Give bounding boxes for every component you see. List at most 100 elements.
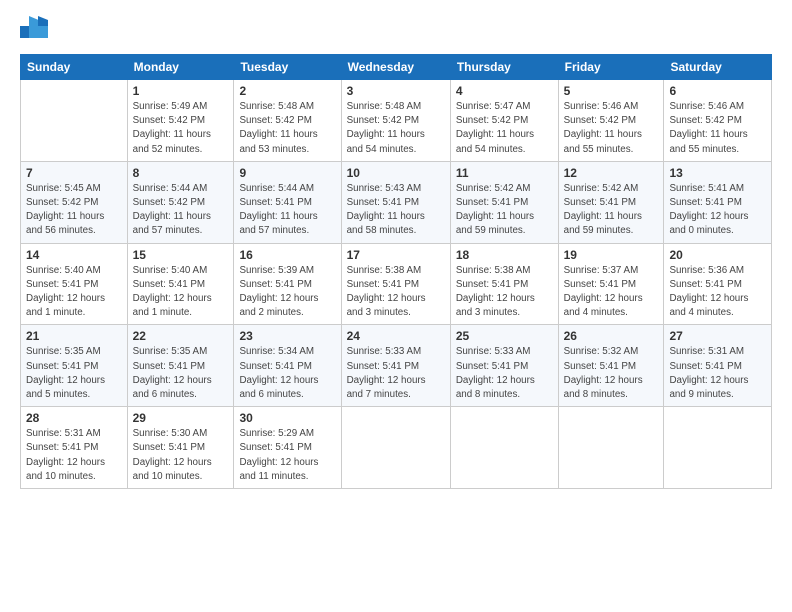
day-info: Sunrise: 5:33 AM Sunset: 5:41 PM Dayligh…: [347, 345, 445, 402]
day-info: Sunrise: 5:47 AM Sunset: 5:42 PM Dayligh…: [456, 100, 553, 157]
day-info: Sunrise: 5:48 AM Sunset: 5:42 PM Dayligh…: [347, 100, 445, 157]
day-info: Sunrise: 5:31 AM Sunset: 5:41 PM Dayligh…: [669, 345, 766, 402]
day-cell: 18Sunrise: 5:38 AM Sunset: 5:41 PM Dayli…: [450, 243, 558, 325]
calendar-table: SundayMondayTuesdayWednesdayThursdayFrid…: [20, 54, 772, 489]
week-row-4: 21 Sunrise: 5:35 AM Sunset: 5:41 PM Dayli…: [21, 325, 772, 407]
day-number: 17: [347, 248, 445, 262]
day-number: 28: [26, 411, 122, 425]
day-info: Sunrise: 5:43 AM Sunset: 5:41 PM Dayligh…: [347, 182, 445, 239]
day-number: 3: [347, 84, 445, 98]
day-cell: 12 Sunrise: 5:42 AM Sunset: 5:41 PM Dayli…: [558, 161, 664, 243]
day-number: 25: [456, 329, 553, 343]
day-cell: 10 Sunrise: 5:43 AM Sunset: 5:41 PM Dayli…: [341, 161, 450, 243]
day-cell: 30Sunrise: 5:29 AM Sunset: 5:41 PM Dayli…: [234, 407, 341, 489]
day-info: Sunrise: 5:48 AM Sunset: 5:42 PM Dayligh…: [239, 100, 335, 157]
day-cell: 27 Sunrise: 5:31 AM Sunset: 5:41 PM Dayli…: [664, 325, 772, 407]
day-number: 9: [239, 166, 335, 180]
day-number: 1: [133, 84, 229, 98]
day-cell: 11Sunrise: 5:42 AM Sunset: 5:41 PM Dayli…: [450, 161, 558, 243]
weekday-header-thursday: Thursday: [450, 55, 558, 80]
day-info: Sunrise: 5:34 AM Sunset: 5:41 PM Dayligh…: [239, 345, 335, 402]
day-info: Sunrise: 5:44 AM Sunset: 5:41 PM Dayligh…: [239, 182, 335, 239]
weekday-header-tuesday: Tuesday: [234, 55, 341, 80]
weekday-header-monday: Monday: [127, 55, 234, 80]
day-cell: 21 Sunrise: 5:35 AM Sunset: 5:41 PM Dayli…: [21, 325, 128, 407]
day-info: Sunrise: 5:41 AM Sunset: 5:41 PM Dayligh…: [669, 182, 766, 239]
day-number: 16: [239, 248, 335, 262]
day-number: 10: [347, 166, 445, 180]
day-number: 18: [456, 248, 553, 262]
day-cell: 16 Sunrise: 5:39 AM Sunset: 5:41 PM Dayli…: [234, 243, 341, 325]
day-info: Sunrise: 5:49 AM Sunset: 5:42 PM Dayligh…: [133, 100, 229, 157]
day-cell: 22 Sunrise: 5:35 AM Sunset: 5:41 PM Dayli…: [127, 325, 234, 407]
day-number: 7: [26, 166, 122, 180]
day-info: Sunrise: 5:35 AM Sunset: 5:41 PM Dayligh…: [26, 345, 122, 402]
day-info: Sunrise: 5:35 AM Sunset: 5:41 PM Dayligh…: [133, 345, 229, 402]
day-info: Sunrise: 5:44 AM Sunset: 5:42 PM Dayligh…: [133, 182, 229, 239]
day-cell: 5 Sunrise: 5:46 AM Sunset: 5:42 PM Daylig…: [558, 80, 664, 162]
day-info: Sunrise: 5:37 AM Sunset: 5:41 PM Dayligh…: [564, 264, 659, 321]
day-cell: [558, 407, 664, 489]
page: SundayMondayTuesdayWednesdayThursdayFrid…: [0, 0, 792, 612]
day-cell: 20 Sunrise: 5:36 AM Sunset: 5:41 PM Dayli…: [664, 243, 772, 325]
weekday-header-friday: Friday: [558, 55, 664, 80]
day-info: Sunrise: 5:42 AM Sunset: 5:41 PM Dayligh…: [564, 182, 659, 239]
day-cell: 6 Sunrise: 5:46 AM Sunset: 5:42 PM Daylig…: [664, 80, 772, 162]
day-info: Sunrise: 5:42 AM Sunset: 5:41 PM Dayligh…: [456, 182, 553, 239]
day-cell: 9 Sunrise: 5:44 AM Sunset: 5:41 PM Daylig…: [234, 161, 341, 243]
logo-icon: [20, 16, 48, 38]
day-number: 23: [239, 329, 335, 343]
day-cell: 28 Sunrise: 5:31 AM Sunset: 5:41 PM Dayli…: [21, 407, 128, 489]
day-number: 8: [133, 166, 229, 180]
day-cell: 17Sunrise: 5:38 AM Sunset: 5:41 PM Dayli…: [341, 243, 450, 325]
day-number: 15: [133, 248, 229, 262]
day-number: 21: [26, 329, 122, 343]
day-info: Sunrise: 5:31 AM Sunset: 5:41 PM Dayligh…: [26, 427, 122, 484]
day-info: Sunrise: 5:46 AM Sunset: 5:42 PM Dayligh…: [564, 100, 659, 157]
weekday-header-saturday: Saturday: [664, 55, 772, 80]
day-info: Sunrise: 5:45 AM Sunset: 5:42 PM Dayligh…: [26, 182, 122, 239]
day-number: 6: [669, 84, 766, 98]
day-info: Sunrise: 5:46 AM Sunset: 5:42 PM Dayligh…: [669, 100, 766, 157]
day-number: 19: [564, 248, 659, 262]
day-number: 12: [564, 166, 659, 180]
day-cell: 7 Sunrise: 5:45 AM Sunset: 5:42 PM Daylig…: [21, 161, 128, 243]
day-info: Sunrise: 5:29 AM Sunset: 5:41 PM Dayligh…: [239, 427, 335, 484]
day-cell: 2 Sunrise: 5:48 AM Sunset: 5:42 PM Daylig…: [234, 80, 341, 162]
day-cell: [450, 407, 558, 489]
day-info: Sunrise: 5:40 AM Sunset: 5:41 PM Dayligh…: [133, 264, 229, 321]
day-number: 20: [669, 248, 766, 262]
day-cell: 19 Sunrise: 5:37 AM Sunset: 5:41 PM Dayli…: [558, 243, 664, 325]
day-cell: 1 Sunrise: 5:49 AM Sunset: 5:42 PM Daylig…: [127, 80, 234, 162]
day-number: 13: [669, 166, 766, 180]
day-info: Sunrise: 5:39 AM Sunset: 5:41 PM Dayligh…: [239, 264, 335, 321]
day-cell: [21, 80, 128, 162]
day-number: 26: [564, 329, 659, 343]
week-row-5: 28 Sunrise: 5:31 AM Sunset: 5:41 PM Dayli…: [21, 407, 772, 489]
day-cell: 4 Sunrise: 5:47 AM Sunset: 5:42 PM Daylig…: [450, 80, 558, 162]
day-cell: 8 Sunrise: 5:44 AM Sunset: 5:42 PM Daylig…: [127, 161, 234, 243]
header: [20, 18, 772, 40]
day-cell: [664, 407, 772, 489]
day-info: Sunrise: 5:40 AM Sunset: 5:41 PM Dayligh…: [26, 264, 122, 321]
day-number: 5: [564, 84, 659, 98]
day-cell: 26 Sunrise: 5:32 AM Sunset: 5:41 PM Dayli…: [558, 325, 664, 407]
day-number: 24: [347, 329, 445, 343]
day-cell: 23 Sunrise: 5:34 AM Sunset: 5:41 PM Dayli…: [234, 325, 341, 407]
weekday-header-row: SundayMondayTuesdayWednesdayThursdayFrid…: [21, 55, 772, 80]
day-number: 4: [456, 84, 553, 98]
day-cell: 3 Sunrise: 5:48 AM Sunset: 5:42 PM Daylig…: [341, 80, 450, 162]
day-number: 22: [133, 329, 229, 343]
day-info: Sunrise: 5:33 AM Sunset: 5:41 PM Dayligh…: [456, 345, 553, 402]
week-row-3: 14Sunrise: 5:40 AM Sunset: 5:41 PM Dayli…: [21, 243, 772, 325]
week-row-1: 1 Sunrise: 5:49 AM Sunset: 5:42 PM Daylig…: [21, 80, 772, 162]
day-cell: [341, 407, 450, 489]
day-number: 27: [669, 329, 766, 343]
day-info: Sunrise: 5:32 AM Sunset: 5:41 PM Dayligh…: [564, 345, 659, 402]
day-info: Sunrise: 5:36 AM Sunset: 5:41 PM Dayligh…: [669, 264, 766, 321]
day-cell: 25 Sunrise: 5:33 AM Sunset: 5:41 PM Dayli…: [450, 325, 558, 407]
day-number: 2: [239, 84, 335, 98]
weekday-header-sunday: Sunday: [21, 55, 128, 80]
day-cell: 14Sunrise: 5:40 AM Sunset: 5:41 PM Dayli…: [21, 243, 128, 325]
day-cell: 29Sunrise: 5:30 AM Sunset: 5:41 PM Dayli…: [127, 407, 234, 489]
